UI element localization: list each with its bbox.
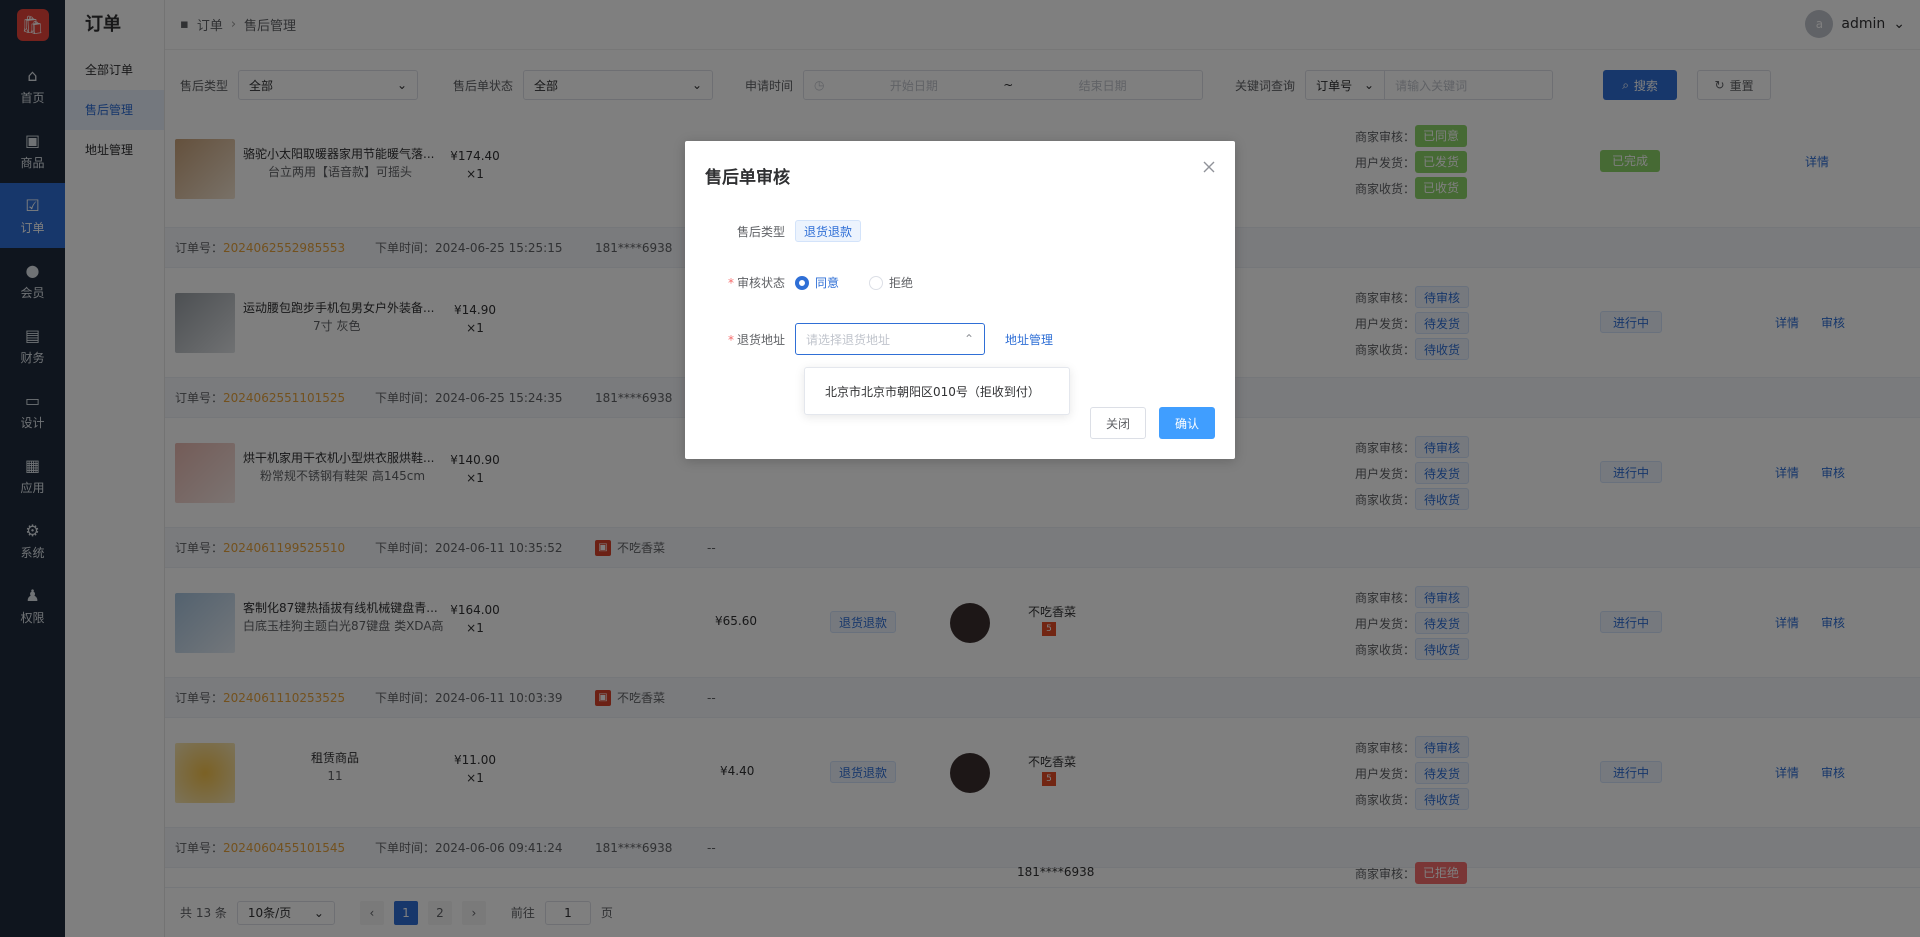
address-dropdown: 北京市北京市朝阳区010号（拒收到付）: [804, 367, 1070, 415]
confirm-button[interactable]: 确认: [1159, 407, 1215, 439]
chevron-up-icon: ⌃: [963, 332, 974, 346]
review-dialog: 售后单审核 售后类型 退货退款 * 审核状态 同意 拒绝 * 退货地址 请选择退货地…: [685, 141, 1235, 459]
agree-radio[interactable]: 同意: [795, 274, 839, 291]
radio-unchecked-icon: [869, 275, 884, 290]
reject-radio[interactable]: 拒绝: [869, 274, 913, 291]
status-label: 审核状态: [736, 276, 785, 290]
address-option[interactable]: 北京市北京市朝阳区010号（拒收到付）: [825, 383, 1040, 400]
address-manage-link[interactable]: 地址管理: [1005, 331, 1053, 348]
close-button[interactable]: 关闭: [1090, 407, 1146, 439]
address-select[interactable]: 请选择退货地址 ⌃: [795, 323, 985, 355]
radio-checked-icon: [795, 275, 809, 290]
address-label: 退货地址: [736, 332, 785, 347]
close-icon[interactable]: [1201, 159, 1217, 175]
dialog-title: 售后单审核: [705, 168, 790, 188]
type-label: 售后类型: [736, 224, 785, 239]
after-sale-type-badge: 退货退款: [795, 220, 862, 242]
